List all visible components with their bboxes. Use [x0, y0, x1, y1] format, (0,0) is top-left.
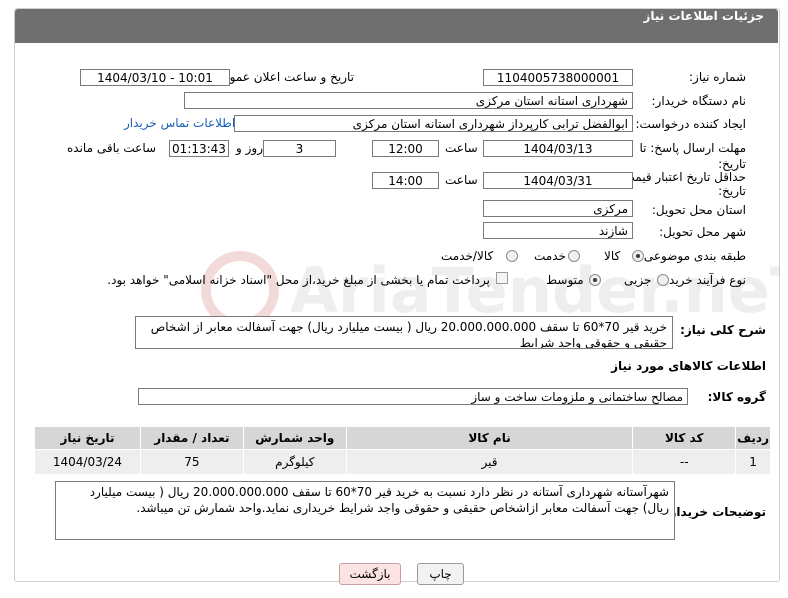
category-option-goods-service: کالا/خدمت [441, 249, 494, 263]
category-radio-goods-service[interactable] [506, 250, 518, 262]
process-radio-minor[interactable] [657, 274, 669, 286]
goods-table-header: ردیف کد کالا نام کالا واحد شمارش تعداد /… [34, 426, 771, 450]
buyer-org-field[interactable]: شهرداری استانه استان مرکزی [184, 92, 633, 109]
cell-name: قیر [345, 449, 634, 475]
col-unit: واحد شمارش [242, 426, 347, 450]
need-number-field[interactable]: 1104005738000001 [483, 69, 633, 86]
process-label: نوع فرآیند خرید : [661, 273, 746, 287]
watermark-logo-icon [201, 251, 279, 329]
goods-table: ردیف کد کالا نام کالا واحد شمارش تعداد /… [34, 426, 771, 475]
col-index: ردیف [735, 426, 771, 450]
goods-section-title: اطلاعات کالاهای مورد نیاز [611, 359, 766, 373]
cell-unit: کیلوگرم [242, 449, 347, 475]
deadline-label: مهلت ارسال پاسخ: تا تاریخ: [639, 141, 746, 171]
remaining-label: ساعت باقی مانده [67, 141, 157, 155]
process-option-minor: جزیی [624, 273, 652, 287]
category-option-service: خدمت [534, 249, 566, 263]
remaining-time-field[interactable]: 01:13:43 [169, 140, 229, 157]
back-button[interactable]: بازگشت [339, 563, 401, 585]
goods-group-label: گروه کالا: [707, 390, 766, 404]
deadline-time-label: ساعت [445, 141, 478, 155]
min-price-time-field[interactable]: 14:00 [372, 172, 439, 189]
days-field[interactable]: 3 [263, 140, 336, 157]
city-field[interactable]: شازند [483, 222, 633, 239]
creator-label: ایجاد کننده درخواست: [635, 117, 746, 131]
process-option-medium: متوسط [546, 273, 584, 287]
province-field[interactable]: مرکزی [483, 200, 633, 217]
buyer-org-label: نام دستگاه خریدار: [651, 94, 747, 108]
deadline-time-field[interactable]: 12:00 [372, 140, 439, 157]
category-radio-service[interactable] [568, 250, 580, 262]
min-price-date-field[interactable]: 1404/03/31 [483, 172, 633, 189]
category-option-goods: کالا [604, 249, 621, 263]
min-price-time-label: ساعت [445, 173, 478, 187]
buyer-notes-textarea[interactable]: شهرآستانه شهرداری آستانه در نظر دارد نسب… [55, 481, 675, 540]
buyer-notes-label: توضیحات خریدار: [664, 505, 766, 519]
city-label: شهر محل تحویل: [659, 225, 746, 239]
deadline-date-field[interactable]: 1404/03/13 [483, 140, 633, 157]
process-radio-medium[interactable] [589, 274, 601, 286]
table-row[interactable]: 1 -- قیر کیلوگرم 75 1404/03/24 [34, 449, 771, 475]
col-name: نام کالا [345, 426, 634, 450]
need-number-label: شماره نیاز: [689, 70, 746, 84]
category-label: طبقه بندی موضوعی: [639, 249, 746, 263]
announce-label: تاریخ و ساعت اعلان عمومی: [209, 70, 354, 84]
description-text: خرید قیر 70*60 تا سقف 20.000.000.000 ریا… [150, 320, 667, 349]
description-textarea[interactable]: خرید قیر 70*60 تا سقف 20.000.000.000 ریا… [135, 316, 673, 349]
province-label: استان محل تحویل: [651, 203, 746, 217]
creator-field[interactable]: ابوالفضل ترابی کارپرداز شهرداری استانه ا… [234, 115, 633, 132]
goods-group-field[interactable]: مصالح ساختمانی و ملزومات ساخت و ساز [138, 388, 688, 405]
days-label: روز و [236, 141, 263, 155]
contact-buyer-link[interactable]: اطلاعات تماس خریدار [124, 116, 235, 130]
cell-date: 1404/03/24 [34, 449, 141, 475]
buyer-notes-text: شهرآستانه شهرداری آستانه در نظر دارد نسب… [89, 485, 669, 515]
cell-code: -- [632, 449, 737, 475]
payment-note: پرداخت تمام یا بخشی از مبلغ خرید،از محل … [107, 273, 490, 287]
category-radio-goods[interactable] [632, 250, 644, 262]
cell-index: 1 [735, 449, 771, 475]
description-label: شرح کلی نیاز: [680, 323, 766, 337]
col-date: تاریخ نیاز [34, 426, 141, 450]
col-qty: تعداد / مقدار [139, 426, 244, 450]
print-button[interactable]: چاپ [417, 563, 464, 585]
cell-qty: 75 [139, 449, 244, 475]
payment-treasury-checkbox[interactable] [496, 272, 508, 284]
announce-field[interactable]: 1404/03/10 - 10:01 [80, 69, 230, 86]
panel-title: جزئیات اطلاعات نیاز [643, 9, 764, 23]
col-code: کد کالا [632, 426, 737, 450]
